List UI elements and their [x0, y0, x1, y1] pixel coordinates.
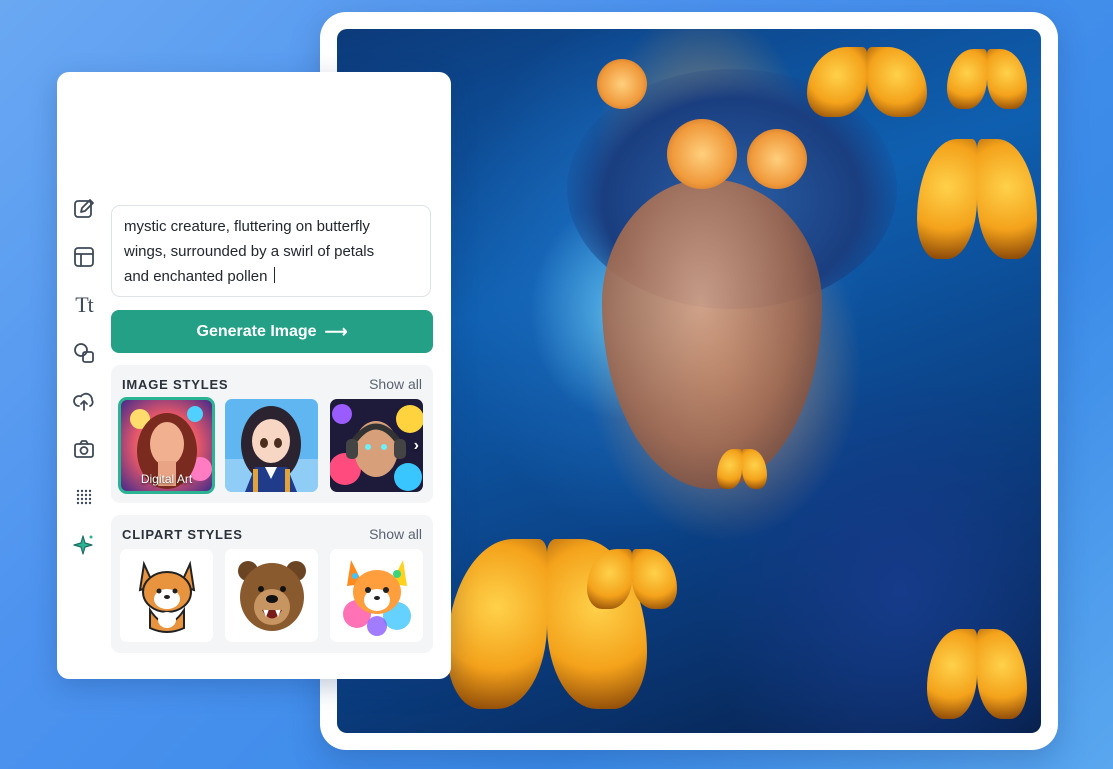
text-icon[interactable]: Tt [67, 288, 101, 322]
arrow-right-icon: ⟶ [324, 323, 348, 341]
generate-image-button[interactable]: Generate Image ⟶ [111, 310, 433, 353]
style-thumb-anime[interactable] [225, 399, 318, 492]
image-styles-title: IMAGE STYLES [122, 376, 229, 392]
clipart-thumb-bear[interactable] [225, 549, 318, 642]
image-styles-show-all-link[interactable]: Show all [369, 376, 422, 392]
clipart-styles-show-all-link[interactable]: Show all [369, 526, 422, 542]
flower-shape [597, 59, 647, 109]
style-thumb-digital-art[interactable]: Digital Art [118, 397, 215, 494]
prompt-line: mystic creature, fluttering on butterfly [124, 218, 370, 235]
clipart-thumb-corgi[interactable] [120, 549, 213, 642]
butterfly-shape [947, 49, 1027, 109]
corgi-cartoon-icon [138, 560, 195, 633]
butterfly-shape [587, 549, 677, 609]
editor-panel: Tt mystic creature, fluttering on butter [57, 72, 451, 679]
clipart-thumb-colorful-corgi[interactable] [330, 549, 423, 642]
butterfly-shape [807, 47, 927, 117]
text-caret [273, 267, 275, 283]
face-shape [602, 179, 822, 489]
shapes-icon[interactable] [67, 336, 101, 370]
chevron-right-icon[interactable]: › [414, 437, 419, 455]
layout-icon[interactable] [67, 240, 101, 274]
style-thumb-pop-art[interactable]: › [330, 399, 423, 492]
camera-icon[interactable] [67, 432, 101, 466]
clipart-styles-section: CLIPART STYLES Show all [111, 515, 433, 653]
generate-button-label: Generate Image [196, 322, 317, 340]
text-icon-glyph: Tt [75, 292, 94, 317]
prompt-line: wings, surrounded by a swirl of petals [124, 243, 375, 260]
prompt-line: and enchanted pollen [124, 268, 268, 285]
edit-icon[interactable] [67, 192, 101, 226]
butterfly-shape [717, 449, 767, 489]
bear-head-icon [237, 560, 306, 631]
anime-girl-icon [225, 399, 318, 492]
butterfly-shape [927, 629, 1027, 719]
prompt-textarea[interactable]: mystic creature, fluttering on butterfly… [111, 205, 431, 297]
colorful-corgi-icon [342, 559, 411, 636]
sparkle-icon[interactable] [67, 528, 101, 562]
style-label: Digital Art [140, 472, 193, 486]
flower-shape [667, 119, 737, 189]
flower-shape [747, 129, 807, 189]
headphones-portrait-icon [330, 399, 423, 492]
image-styles-section: IMAGE STYLES Show all Digital Art › [111, 365, 433, 503]
upload-icon[interactable] [67, 384, 101, 418]
pattern-icon[interactable] [67, 480, 101, 514]
prompt-line-last: and enchanted pollen [124, 264, 418, 289]
clipart-styles-title: CLIPART STYLES [122, 526, 243, 542]
butterfly-shape [917, 139, 1037, 259]
